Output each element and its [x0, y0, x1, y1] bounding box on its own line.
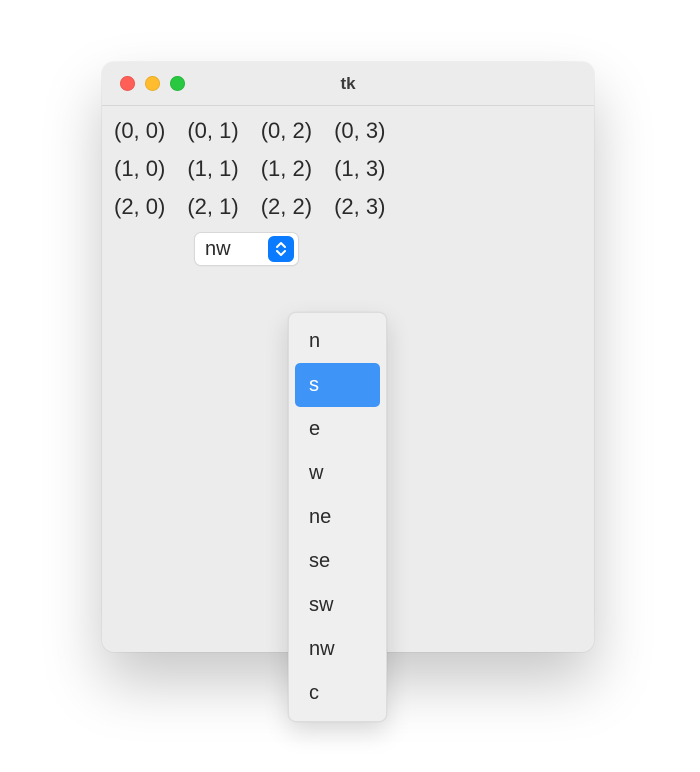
grid-cell: (0, 0) — [114, 118, 165, 144]
combobox-option-c[interactable]: c — [295, 671, 380, 715]
grid-cell: (1, 1) — [187, 156, 238, 182]
grid-cell: (0, 1) — [187, 118, 238, 144]
chevron-up-icon — [275, 241, 287, 249]
combobox-option-se[interactable]: se — [295, 539, 380, 583]
grid-cell: (2, 0) — [114, 194, 165, 220]
grid-cell: (2, 3) — [334, 194, 385, 220]
combobox-dropdown[interactable]: n s e w ne se sw nw c — [288, 312, 387, 722]
combobox-row: nw — [114, 232, 582, 266]
combobox-option-s[interactable]: s — [295, 363, 380, 407]
grid-cell: (2, 2) — [261, 194, 312, 220]
grid: (0, 0) (0, 1) (0, 2) (0, 3) (1, 0) (1, 1… — [114, 118, 582, 220]
app-window: tk (0, 0) (0, 1) (0, 2) (0, 3) (1, 0) (1… — [102, 62, 594, 652]
close-button[interactable] — [120, 76, 135, 91]
combobox-option-e[interactable]: e — [295, 407, 380, 451]
grid-cell: (0, 3) — [334, 118, 385, 144]
window-content: (0, 0) (0, 1) (0, 2) (0, 3) (1, 0) (1, 1… — [102, 106, 594, 278]
combobox-option-sw[interactable]: sw — [295, 583, 380, 627]
chevron-down-icon — [275, 249, 287, 257]
grid-cell: (0, 2) — [261, 118, 312, 144]
direction-combobox[interactable]: nw — [194, 232, 299, 266]
combobox-option-nw[interactable]: nw — [295, 627, 380, 671]
minimize-button[interactable] — [145, 76, 160, 91]
combobox-option-w[interactable]: w — [295, 451, 380, 495]
grid-cell: (1, 2) — [261, 156, 312, 182]
zoom-button[interactable] — [170, 76, 185, 91]
traffic-lights — [102, 62, 185, 105]
grid-cell: (1, 0) — [114, 156, 165, 182]
grid-cell: (2, 1) — [187, 194, 238, 220]
titlebar[interactable]: tk — [102, 62, 594, 106]
combobox-option-ne[interactable]: ne — [295, 495, 380, 539]
grid-cell: (1, 3) — [334, 156, 385, 182]
combobox-stepper[interactable] — [268, 236, 294, 262]
combobox-option-n[interactable]: n — [295, 319, 380, 363]
combobox-value: nw — [195, 238, 268, 261]
